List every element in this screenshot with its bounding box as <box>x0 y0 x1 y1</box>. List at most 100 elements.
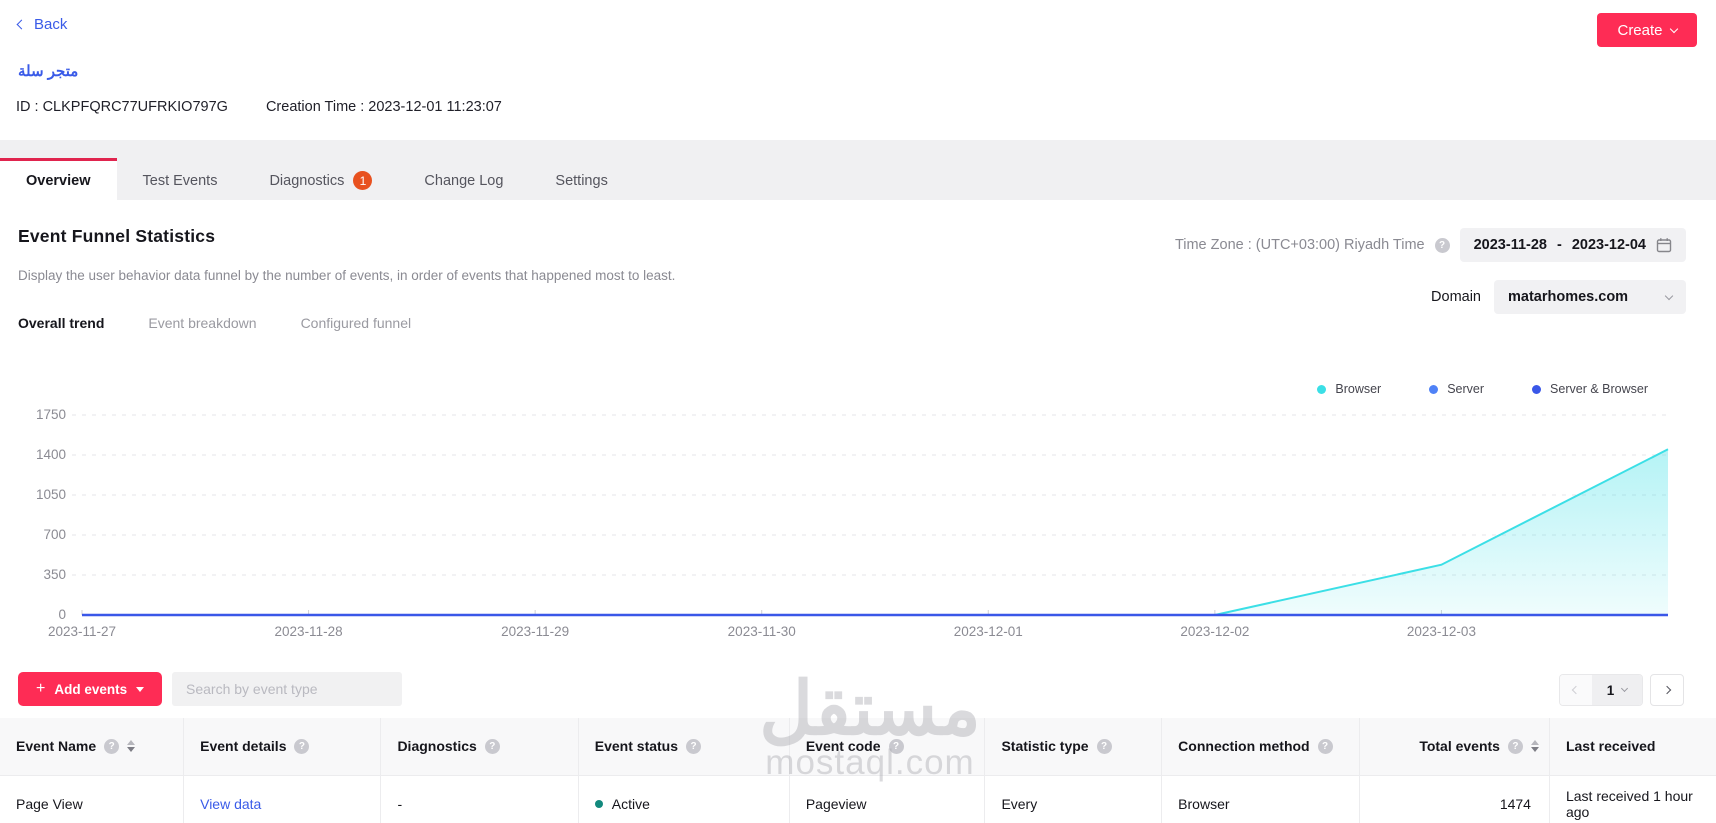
cell-total-events: 1474 <box>1358 774 1550 823</box>
help-icon[interactable]: ? <box>294 738 310 754</box>
svg-text:2023-12-03: 2023-12-03 <box>1407 624 1476 639</box>
col-event-status: Event status ? <box>577 718 790 775</box>
calendar-icon <box>1656 238 1672 253</box>
sort-icon[interactable] <box>127 740 136 753</box>
svg-text:1400: 1400 <box>36 447 66 462</box>
chevron-down-icon <box>1669 24 1678 33</box>
domain-value: matarhomes.com <box>1508 289 1629 305</box>
chevron-right-icon <box>1662 685 1672 695</box>
view-data-link[interactable]: View data <box>200 796 261 812</box>
divider-strip <box>0 140 1716 158</box>
create-label: Create <box>1617 21 1663 39</box>
help-icon[interactable]: ? <box>1096 738 1112 754</box>
chevron-down-icon <box>1664 291 1674 300</box>
cell-event-code: Pageview <box>788 774 985 823</box>
active-status-dot-icon <box>594 799 603 808</box>
date-start: 2023-11-28 <box>1473 237 1547 253</box>
cell-diagnostics: - <box>380 774 579 823</box>
tab-test-events[interactable]: Test Events <box>117 158 244 200</box>
svg-text:2023-12-01: 2023-12-01 <box>954 624 1023 639</box>
page-select[interactable]: 1 <box>1592 675 1642 705</box>
col-event-code: Event code ? <box>788 718 985 775</box>
help-icon[interactable]: ? <box>104 738 120 754</box>
domain-select[interactable]: matarhomes.com <box>1494 280 1686 314</box>
svg-text:700: 700 <box>43 527 66 542</box>
svg-text:0: 0 <box>58 607 66 622</box>
date-range-picker[interactable]: 2023-11-28 - 2023-12-04 <box>1459 228 1686 262</box>
main-content: Event Funnel Statistics Display the user… <box>0 200 1716 823</box>
meta-row: ID : CLKPFQRC77UFRKIO797G Creation Time … <box>16 99 536 115</box>
svg-text:350: 350 <box>43 567 66 582</box>
svg-text:1050: 1050 <box>36 487 66 502</box>
domain-row: Domain matarhomes.com <box>1431 280 1686 314</box>
legend-item-browser[interactable]: Browser <box>1317 382 1381 396</box>
domain-label: Domain <box>1431 289 1481 305</box>
pixel-id: ID : CLKPFQRC77UFRKIO797G <box>16 99 228 115</box>
col-total-events: Total events ? <box>1358 718 1550 775</box>
table-row: Page View View data - Active Pageview Ev… <box>0 774 1716 823</box>
server-browser-dot-icon <box>1532 384 1542 394</box>
events-table: Event Name ? Event details ? Diagnostics… <box>0 718 1716 823</box>
main-tabbar: Overview Test Events Diagnostics 1 Chang… <box>0 158 1716 200</box>
subtab-event-breakdown[interactable]: Event breakdown <box>148 315 256 331</box>
col-last-received: Last received <box>1548 718 1716 775</box>
legend-item-server-browser[interactable]: Server & Browser <box>1532 382 1648 396</box>
add-events-button[interactable]: + Add events <box>18 672 163 706</box>
col-diagnostics: Diagnostics ? <box>380 718 579 775</box>
help-icon[interactable]: ? <box>1507 738 1523 754</box>
timezone-row: Time Zone : (UTC+03:00) Riyadh Time ? 20… <box>1175 228 1686 262</box>
col-event-name: Event Name ? <box>0 718 184 775</box>
browser-dot-icon <box>1317 384 1327 394</box>
chart-subtabs: Overall trend Event breakdown Configured… <box>18 315 411 331</box>
creation-time: Creation Time : 2023-12-01 11:23:07 <box>265 99 502 115</box>
col-connection-method: Connection method ? <box>1161 718 1359 775</box>
date-end: 2023-12-04 <box>1571 237 1646 253</box>
date-separator: - <box>1556 237 1562 253</box>
search-input[interactable] <box>172 672 402 706</box>
pagination: 1 <box>1559 674 1684 706</box>
legend-item-server[interactable]: Server <box>1429 382 1484 396</box>
tab-diagnostics[interactable]: Diagnostics 1 <box>243 158 398 200</box>
svg-text:2023-11-27: 2023-11-27 <box>48 624 116 639</box>
help-icon[interactable]: ? <box>686 738 702 754</box>
chevron-left-icon <box>16 19 27 30</box>
plus-icon: + <box>36 680 46 697</box>
cell-event-name: Page View <box>0 774 184 823</box>
section-title: Event Funnel Statistics <box>18 226 216 246</box>
page-number: 1 <box>1606 682 1615 698</box>
help-icon[interactable]: ? <box>484 738 500 754</box>
prev-page-button[interactable] <box>1560 675 1592 705</box>
help-icon[interactable]: ? <box>888 738 904 754</box>
page-title: متجر سلة <box>18 63 79 80</box>
subtab-configured-funnel[interactable]: Configured funnel <box>301 315 412 331</box>
subtab-overall-trend[interactable]: Overall trend <box>18 315 104 331</box>
sort-icon[interactable] <box>1530 740 1539 753</box>
cell-last-received: Last received 1 hour ago <box>1548 774 1716 823</box>
table-header-row: Event Name ? Event details ? Diagnostics… <box>0 718 1716 775</box>
diagnostics-badge: 1 <box>353 171 373 190</box>
section-description: Display the user behavior data funnel by… <box>18 268 676 283</box>
chevron-left-icon <box>1571 685 1581 695</box>
status-badge: Active <box>611 795 650 812</box>
cell-statistic-type: Every <box>984 774 1162 823</box>
caret-down-icon <box>136 686 145 692</box>
svg-text:2023-11-28: 2023-11-28 <box>275 624 343 639</box>
svg-text:2023-11-29: 2023-11-29 <box>501 624 569 639</box>
svg-text:2023-11-30: 2023-11-30 <box>728 624 796 639</box>
timezone-text: Time Zone : (UTC+03:00) Riyadh Time <box>1174 237 1425 253</box>
page-header: Back متجر سلة ID : CLKPFQRC77UFRKIO797G … <box>0 0 1716 140</box>
server-dot-icon <box>1429 384 1439 394</box>
cell-event-status: Active <box>577 774 790 823</box>
next-page-button[interactable] <box>1650 674 1684 706</box>
help-icon[interactable]: ? <box>1434 237 1450 253</box>
tab-overview[interactable]: Overview <box>0 158 117 200</box>
back-link[interactable]: Back <box>16 16 68 33</box>
svg-text:1750: 1750 <box>36 407 66 422</box>
help-icon[interactable]: ? <box>1317 738 1333 754</box>
col-statistic-type: Statistic type ? <box>984 718 1162 775</box>
create-button[interactable]: Create <box>1597 13 1697 47</box>
trend-chart: 0 350 700 1050 1400 1750 2023-11-27 2023-11-28 2… <box>36 407 1669 639</box>
tab-change-log[interactable]: Change Log <box>398 158 529 200</box>
tab-settings[interactable]: Settings <box>529 158 633 200</box>
back-label: Back <box>34 16 68 33</box>
